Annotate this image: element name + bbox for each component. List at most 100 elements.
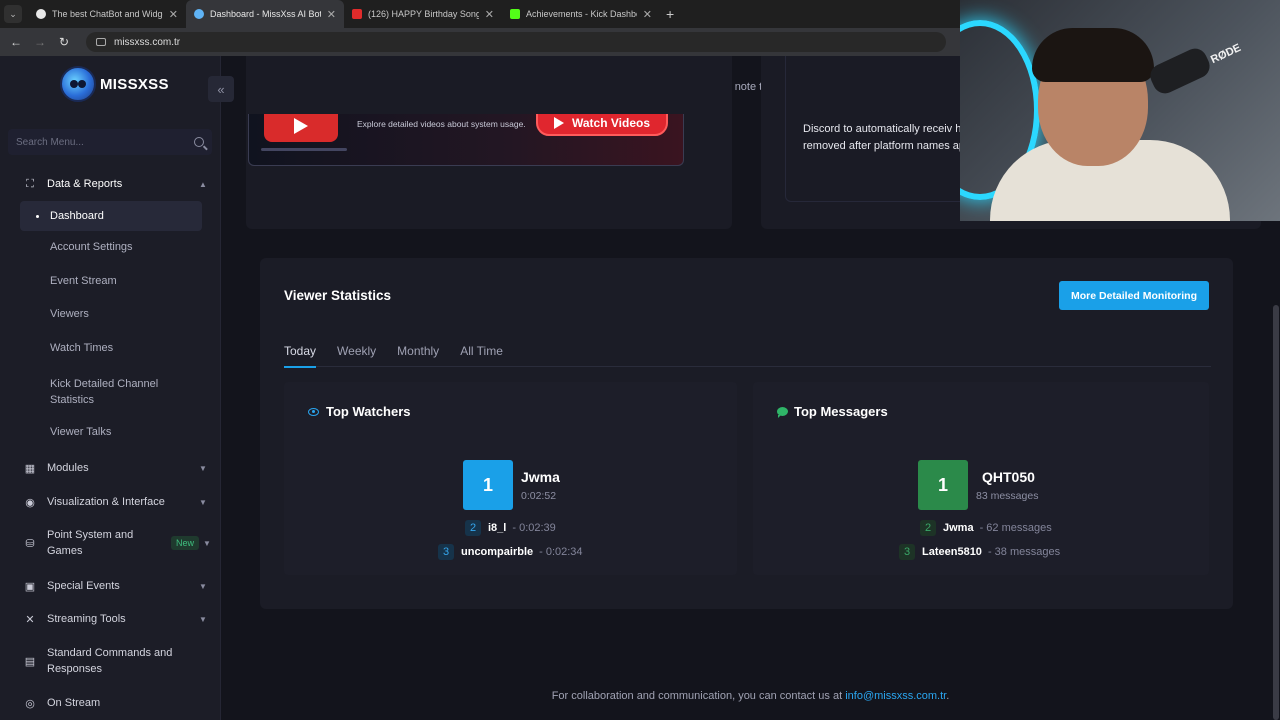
eye-icon (308, 407, 319, 416)
rank-badge: 2 (920, 520, 936, 536)
footer-text: For collaboration and communication, you… (551, 690, 846, 702)
sidebar-item-standard-commands[interactable]: ▤ Standard Commands and Responses (0, 645, 220, 677)
chatbot-favicon-icon (36, 9, 46, 19)
scrollbar-thumb[interactable] (1273, 305, 1279, 720)
close-icon[interactable]: ✕ (643, 8, 652, 21)
browser-tab-1[interactable]: The best ChatBot and Widgets ✕ (28, 0, 186, 28)
list-item: 3 uncompairble - 0:02:34 (438, 544, 583, 560)
explore-text: Explore detailed videos about system usa… (357, 119, 526, 129)
tab-title: (126) HAPPY Birthday Song, Ha (368, 9, 479, 19)
coins-icon: ⛁ (25, 537, 35, 550)
reload-icon[interactable]: ↻ (56, 35, 72, 49)
sidebar-subitem-label: Dashboard (50, 210, 104, 222)
rank-1-badge: 1 (463, 460, 513, 510)
expand-frame-icon: ⛶ (26, 177, 34, 190)
sidebar-subitem-account-settings[interactable]: Account Settings (20, 241, 202, 253)
close-icon[interactable]: ✕ (485, 8, 494, 21)
sidebar-item-label: Special Events (47, 580, 120, 592)
browser-tab-3[interactable]: (126) HAPPY Birthday Song, Ha ✕ (344, 0, 502, 28)
period-tabs: Today Weekly Monthly All Time (284, 340, 1211, 368)
sidebar-subitem-label: Viewers (50, 308, 89, 320)
sidebar-subitem-dashboard[interactable]: Dashboard (20, 201, 202, 231)
messager-name: Jwma (943, 522, 974, 534)
browser-tab-4[interactable]: Achievements - Kick Dashboard ✕ (502, 0, 660, 28)
new-badge: New (170, 536, 199, 550)
sidebar-subitem-label: Watch Times (50, 342, 114, 354)
tab-monthly[interactable]: Monthly (397, 340, 439, 367)
messager-name: Lateen5810 (922, 546, 982, 558)
messager-count: - 62 messages (979, 522, 1052, 534)
sidebar-subitem-viewer-talks[interactable]: Viewer Talks (20, 426, 202, 438)
sidebar: MISSXSS Search Menu... ⛶ Data & Reports … (0, 56, 221, 720)
messager-count: - 38 messages (987, 546, 1061, 558)
sidebar-subitem-label: Account Settings (50, 241, 133, 253)
watch-videos-button[interactable]: Watch Videos (536, 114, 668, 136)
sidebar-item-label: On Stream (47, 697, 101, 709)
sidebar-subitem-viewers[interactable]: Viewers (20, 308, 202, 320)
sidebar-item-special-events[interactable]: ▣ Special Events ▼ (0, 578, 220, 594)
sidebar-item-label: Visualization & Interface (47, 496, 165, 508)
top-watchers-title: Top Watchers (308, 404, 411, 419)
top-messagers-panel: Top Messagers 1 QHT050 83 messages 2 Jwm… (753, 382, 1209, 575)
url-field[interactable]: missxss.com.tr (86, 32, 946, 52)
chevron-up-icon: ▲ (199, 179, 207, 189)
video-tutorial-banner[interactable]: Explore detailed videos about system usa… (248, 114, 684, 166)
new-tab-plus-icon[interactable]: + (666, 6, 674, 22)
contact-email-link[interactable]: info@missxss.com.tr (845, 690, 946, 702)
sidebar-item-modules[interactable]: ▦ Modules ▼ (0, 460, 220, 476)
sidebar-item-point-system[interactable]: ⛁ Point System and Games New ▼ (0, 527, 220, 559)
tab-today[interactable]: Today (284, 340, 317, 368)
collapse-sidebar-button[interactable]: « (208, 76, 234, 102)
chevron-down-icon: ▼ (199, 497, 207, 507)
search-icon[interactable] (194, 137, 204, 147)
chat-bubble-icon (777, 407, 788, 418)
grid-icon: ▦ (24, 462, 36, 475)
sidebar-subitem-watch-times[interactable]: Watch Times (20, 342, 202, 354)
top-watcher-time: 0:02:52 (521, 490, 557, 502)
watcher-name: uncompairble (461, 546, 534, 558)
close-icon[interactable]: ✕ (169, 8, 178, 21)
close-icon[interactable]: ✕ (327, 8, 336, 21)
brand-logo[interactable]: MISSXSS (60, 66, 169, 102)
chevron-down-icon: ▼ (199, 463, 207, 473)
footer: For collaboration and communication, you… (221, 690, 1280, 702)
sidebar-subitem-kick-channel-stats[interactable]: Kick Detailed Channel Statistics (20, 376, 202, 408)
top-messagers-title: Top Messagers (777, 404, 888, 419)
play-icon (553, 117, 564, 129)
logo-mascot-icon (60, 66, 96, 102)
brand-name: MISSXSS (100, 75, 169, 93)
tab-search-icon[interactable]: ⌄ (4, 5, 22, 23)
sidebar-item-label: Point System and Games (47, 529, 134, 557)
tab-title: Dashboard - MissXss AI Bot Sys (210, 9, 321, 19)
calendar-icon: ▣ (24, 580, 36, 593)
sidebar-item-label: Standard Commands and Responses (47, 647, 173, 675)
tab-weekly[interactable]: Weekly (337, 340, 376, 367)
browser-tab-2[interactable]: Dashboard - MissXss AI Bot Sys ✕ (186, 0, 344, 28)
missxss-favicon-icon (194, 9, 204, 19)
sidebar-item-streaming-tools[interactable]: ✕ Streaming Tools ▼ (0, 611, 220, 627)
viewer-statistics-title: Viewer Statistics (284, 288, 392, 303)
player-progress-bar (261, 148, 347, 151)
rank-badge: 2 (465, 520, 481, 536)
site-info-icon[interactable] (96, 38, 106, 46)
sidebar-subitem-label: Kick Detailed Channel Statistics (50, 378, 159, 406)
sidebar-item-label: Modules (47, 462, 89, 474)
sidebar-item-visualization[interactable]: ◉ Visualization & Interface ▼ (0, 494, 220, 510)
back-arrow-icon[interactable]: ← (8, 35, 24, 49)
sidebar-subitem-event-stream[interactable]: Event Stream (20, 275, 202, 287)
footer-end: . (946, 690, 950, 702)
chevron-down-icon: ▼ (199, 581, 207, 591)
forward-arrow-icon[interactable]: → (32, 35, 48, 49)
watcher-time: - 0:02:39 (512, 522, 556, 534)
tab-all-time[interactable]: All Time (460, 340, 503, 367)
top-watchers-label: Top Watchers (326, 404, 411, 419)
microphone (1146, 44, 1214, 98)
sidebar-item-data-reports[interactable]: ⛶ Data & Reports ▲ (0, 176, 220, 192)
more-detailed-monitoring-button[interactable]: More Detailed Monitoring (1059, 281, 1209, 310)
top-messager-name: QHT050 (982, 469, 1035, 485)
watch-videos-label: Watch Videos (571, 116, 651, 130)
search-menu-input[interactable]: Search Menu... (8, 129, 212, 155)
list-item: 2 i8_l - 0:02:39 (465, 520, 556, 536)
webcam-overlay: RØDE (960, 0, 1280, 221)
sidebar-item-on-stream[interactable]: ◎ On Stream (0, 695, 220, 711)
